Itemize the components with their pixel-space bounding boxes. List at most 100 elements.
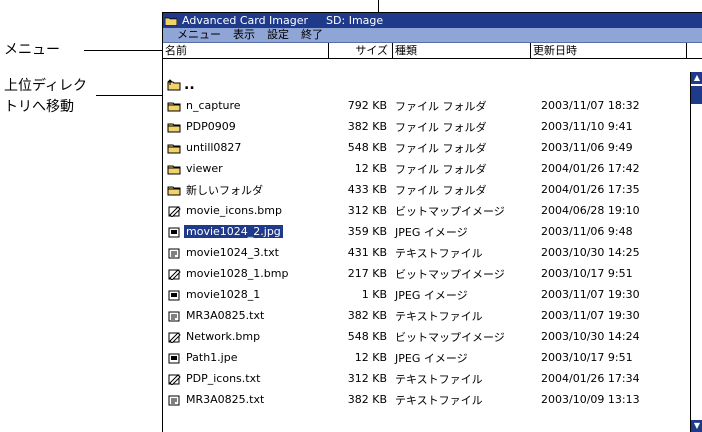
file-size: 433 KB xyxy=(347,183,387,196)
file-browser-window: Advanced Card Imager SD: Image メニュー 表示 設… xyxy=(162,12,702,432)
file-name: movie1024_3.txt xyxy=(186,246,279,259)
file-row[interactable]: 新しいフォルダ 433 KB ファイル フォルダ 2004/01/26 17:35 xyxy=(163,179,690,200)
file-type: JPEG イメージ xyxy=(395,288,468,302)
scroll-down-arrow[interactable]: ▼ xyxy=(691,420,702,432)
file-row[interactable]: viewer 12 KB ファイル フォルダ 2004/01/26 17:42 xyxy=(163,158,690,179)
column-date[interactable]: 更新日時 xyxy=(531,43,687,58)
file-type: ファイル フォルダ xyxy=(395,141,487,155)
file-type: ファイル フォルダ xyxy=(395,120,487,134)
file-name-cell: movie_icons.bmp xyxy=(163,204,329,217)
scroll-up-arrow[interactable]: ▲ xyxy=(691,72,702,84)
file-name: untill0827 xyxy=(186,141,242,154)
folder-icon xyxy=(167,186,181,195)
menu-item-settings[interactable]: 設定 xyxy=(267,28,289,42)
scroll-thumb[interactable] xyxy=(691,86,702,104)
bitmap-file-icon xyxy=(168,331,181,343)
file-type: ビットマップイメージ xyxy=(395,330,505,344)
file-name: Path1.jpe xyxy=(186,351,238,364)
file-size: 12 KB xyxy=(354,351,387,364)
menu-item-view[interactable]: 表示 xyxy=(233,28,255,42)
file-type: ファイル フォルダ xyxy=(395,99,487,113)
file-name: movie1028_1.bmp xyxy=(186,267,289,280)
file-type: ビットマップイメージ xyxy=(395,267,505,281)
jpeg-file-icon xyxy=(168,227,180,237)
text-file-icon xyxy=(168,248,180,258)
menu-item-menu[interactable]: メニュー xyxy=(177,28,221,42)
file-name-cell: viewer xyxy=(163,162,329,175)
jpeg-file-icon xyxy=(168,353,180,363)
file-name-cell: untill0827 xyxy=(163,141,329,154)
file-row[interactable]: untill0827 548 KB ファイル フォルダ 2003/11/06 9:49 xyxy=(163,137,690,158)
file-type: ファイル フォルダ xyxy=(395,162,487,176)
parent-dir-annotation-line2: トリへ移動 xyxy=(4,99,74,115)
parent-directory-row[interactable]: .. xyxy=(163,75,690,95)
file-date: 2003/10/09 13:13 xyxy=(541,393,640,406)
folder-icon xyxy=(167,165,181,174)
file-date: 2003/11/10 9:41 xyxy=(541,120,633,133)
column-name[interactable]: 名前 xyxy=(163,43,329,58)
file-row[interactable]: Path1.jpe 12 KB JPEG イメージ 2003/10/17 9:51 xyxy=(163,347,690,368)
file-size: 312 KB xyxy=(347,372,387,385)
menu-leader-line xyxy=(84,50,164,51)
file-name-cell: PDP0909 xyxy=(163,120,329,133)
file-row[interactable]: PDP0909 382 KB ファイル フォルダ 2003/11/10 9:41 xyxy=(163,116,690,137)
file-type: ビットマップイメージ xyxy=(395,204,505,218)
file-name-cell: movie1024_2.jpg xyxy=(163,225,329,238)
file-size: 359 KB xyxy=(347,225,387,238)
file-type: JPEG イメージ xyxy=(395,225,468,239)
file-row[interactable]: movie1024_2.jpg 359 KB JPEG イメージ 2003/11/06… xyxy=(163,221,690,242)
file-date: 2003/11/06 9:48 xyxy=(541,225,633,238)
file-date: 2003/10/17 9:51 xyxy=(541,267,633,280)
file-row[interactable]: movie1028_1.bmp 217 KB ビットマップイメージ 2003/10/1… xyxy=(163,263,690,284)
file-row[interactable]: Network.bmp 548 KB ビットマップイメージ 2003/10/30 14… xyxy=(163,326,690,347)
file-name: viewer xyxy=(186,162,223,175)
file-name: MR3A0825.txt xyxy=(186,309,265,322)
file-row[interactable]: movie1024_3.txt 431 KB テキストファイル 2003/10/30 … xyxy=(163,242,690,263)
file-row[interactable]: movie_icons.bmp 312 KB ビットマップイメージ 2004/06/2… xyxy=(163,200,690,221)
folder-icon xyxy=(167,144,181,153)
file-name: n_capture xyxy=(186,99,241,112)
file-name: 新しいフォルダ xyxy=(186,183,263,197)
up-folder-icon xyxy=(167,79,181,91)
file-name-cell: MR3A0825.txt xyxy=(163,309,329,322)
file-row[interactable]: n_capture 792 KB ファイル フォルダ 2003/11/07 18:32 xyxy=(163,95,690,116)
column-size[interactable]: サイズ xyxy=(329,43,393,58)
folder-icon xyxy=(165,17,177,26)
file-size: 548 KB xyxy=(347,141,387,154)
file-name: MR3A0825.txt xyxy=(186,393,265,406)
file-size: 382 KB xyxy=(347,309,387,322)
file-type: JPEG イメージ xyxy=(395,351,468,365)
file-type: テキストファイル xyxy=(395,372,483,386)
file-size: 792 KB xyxy=(347,99,387,112)
file-name-cell: Network.bmp xyxy=(163,330,329,343)
jpeg-file-icon xyxy=(168,290,180,300)
file-type: テキストファイル xyxy=(395,309,483,323)
file-date: 2004/06/28 19:10 xyxy=(541,204,640,217)
file-type: テキストファイル xyxy=(395,246,483,260)
file-row[interactable]: movie1028_1 1 KB JPEG イメージ 2003/11/07 19:30 xyxy=(163,284,690,305)
folder-icon xyxy=(167,102,181,111)
file-date: 2004/01/26 17:42 xyxy=(541,162,640,175)
file-date: 2003/10/17 9:51 xyxy=(541,351,633,364)
vertical-scrollbar[interactable]: ▲ ▼ xyxy=(690,72,702,432)
file-date: 2004/01/26 17:34 xyxy=(541,372,640,385)
file-name-cell: Path1.jpe xyxy=(163,351,329,364)
file-row[interactable]: MR3A0825.txt 382 KB テキストファイル 2003/10/09 13:… xyxy=(163,389,690,410)
file-list: .. n_capture 792 KB ファイル フォルダ 2003/11/07 18… xyxy=(163,75,690,410)
column-type[interactable]: 種類 xyxy=(393,43,531,58)
menu-item-exit[interactable]: 終了 xyxy=(301,28,323,42)
file-size: 548 KB xyxy=(347,330,387,343)
file-date: 2004/01/26 17:35 xyxy=(541,183,640,196)
file-row[interactable]: PDP_icons.txt 312 KB テキストファイル 2004/01/26 17… xyxy=(163,368,690,389)
parent-dir-annotation-line1: 上位ディレク xyxy=(4,78,88,94)
file-size: 12 KB xyxy=(354,162,387,175)
title-bar: Advanced Card Imager SD: Image xyxy=(163,13,702,28)
file-name-cell: MR3A0825.txt xyxy=(163,393,329,406)
menu-annotation: メニュー xyxy=(4,42,60,58)
file-row[interactable]: MR3A0825.txt 382 KB テキストファイル 2003/11/07 19:… xyxy=(163,305,690,326)
parent-dir-leader-line xyxy=(96,95,164,96)
file-name: movie1028_1 xyxy=(186,288,261,301)
app-title: Advanced Card Imager xyxy=(182,14,309,27)
file-name-cell: 新しいフォルダ xyxy=(163,182,329,198)
column-header: 名前 サイズ 種類 更新日時 xyxy=(163,43,702,59)
